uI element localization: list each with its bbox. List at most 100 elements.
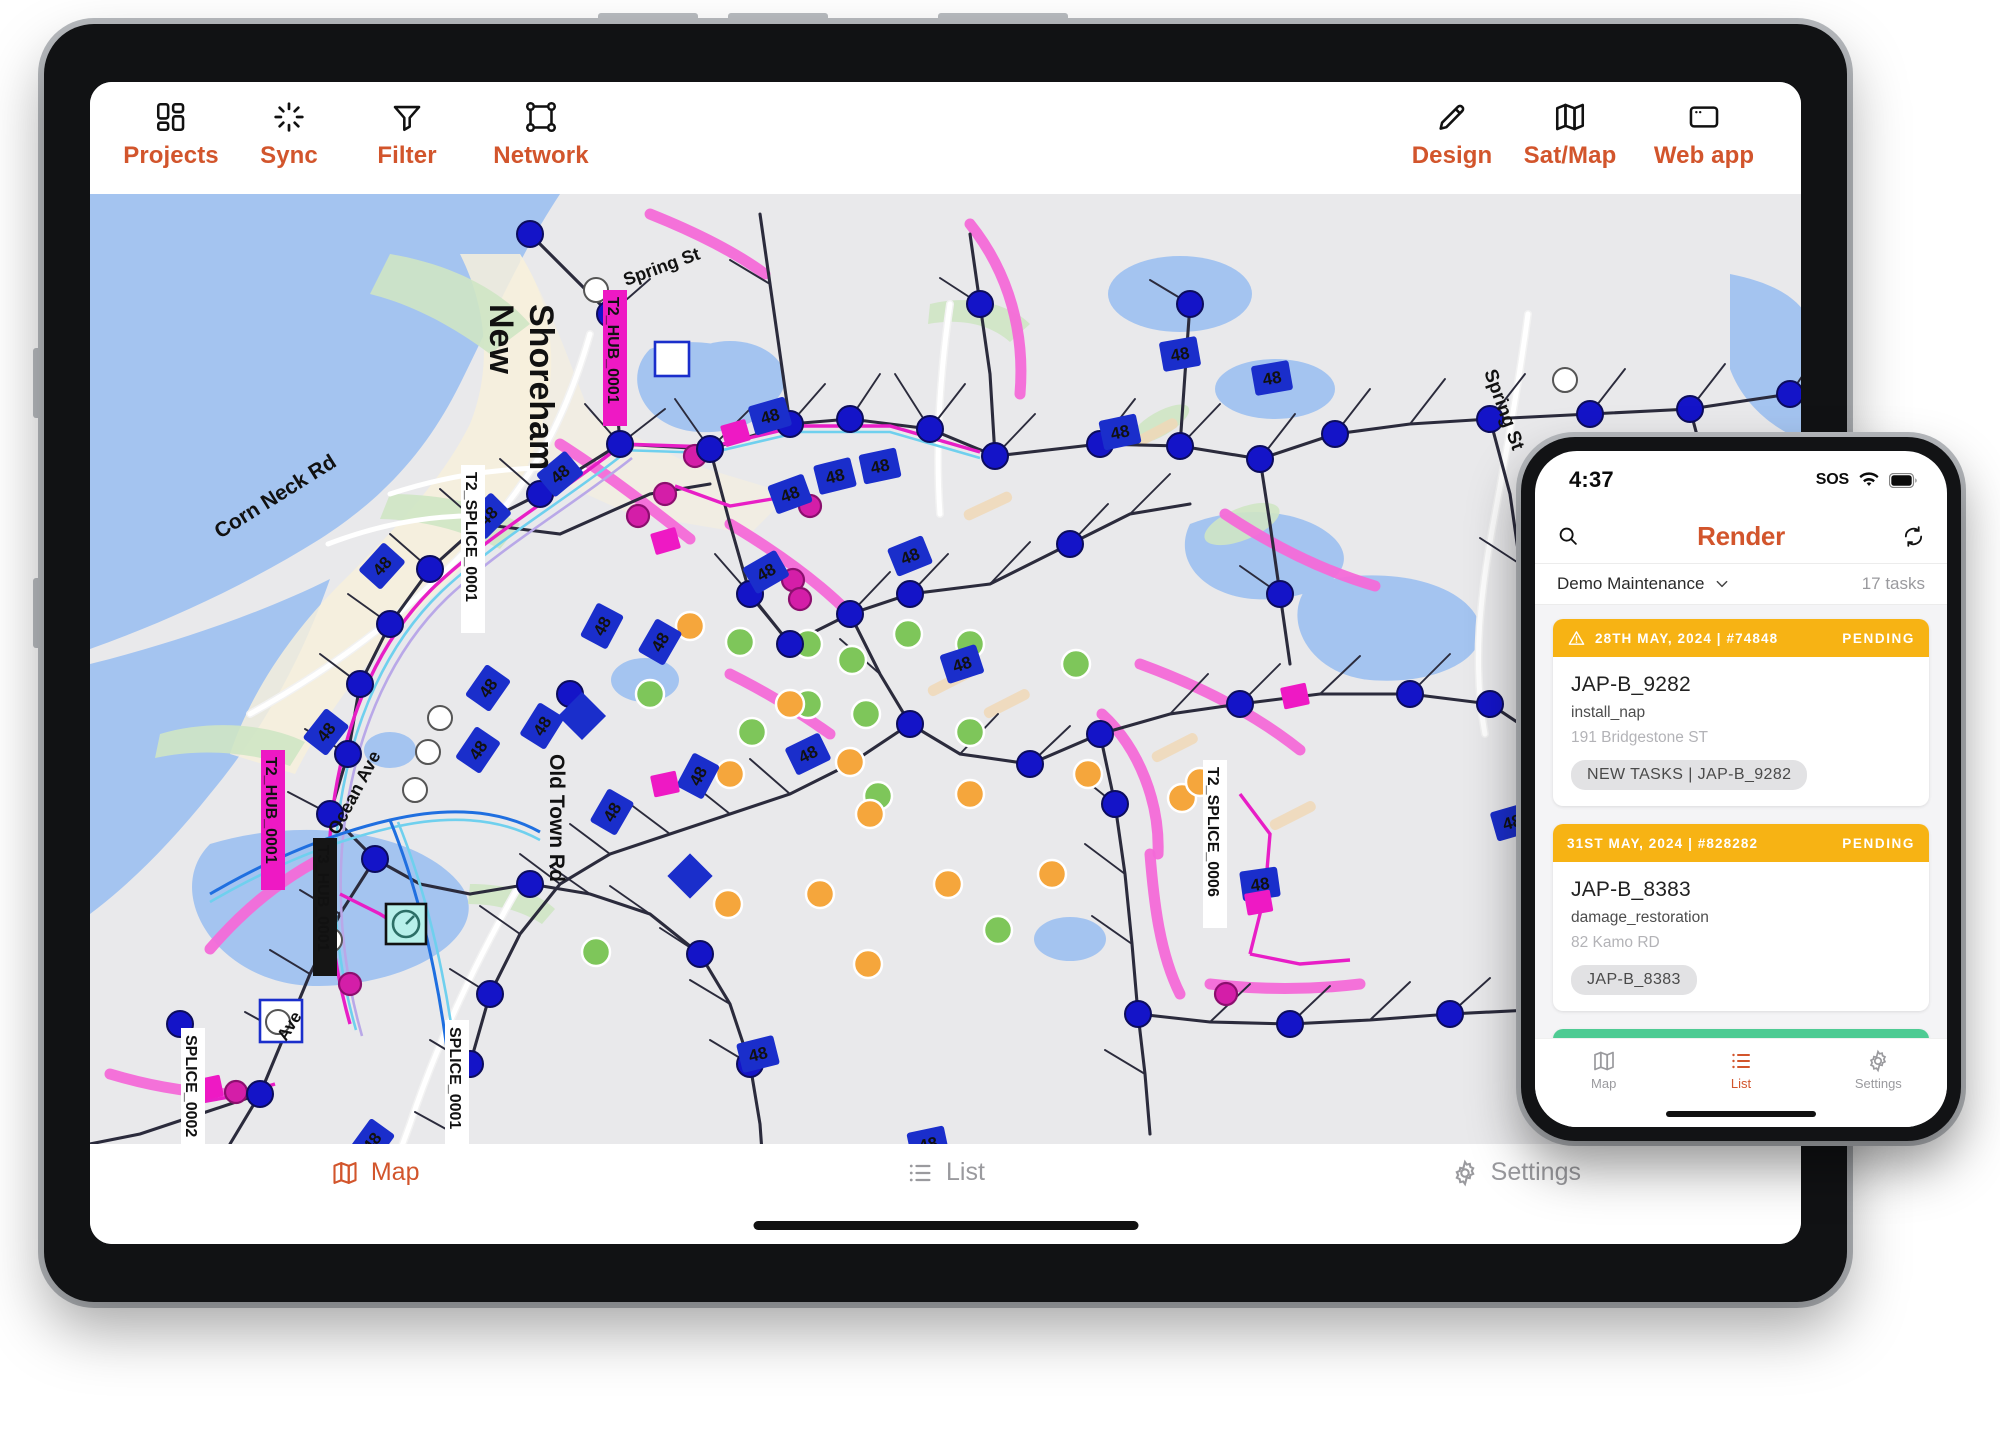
tablet-side-button-a[interactable] <box>33 348 41 418</box>
task-count: 17 tasks <box>1861 574 1925 593</box>
phone-tab-label-list: List <box>1730 1076 1752 1091</box>
phone-tab-list[interactable]: List <box>1672 1049 1809 1091</box>
phone-tab-settings[interactable]: Settings <box>1810 1049 1947 1091</box>
svg-text:T2_SPLICE_0006: T2_SPLICE_0006 <box>1204 767 1221 897</box>
phone-status-bar: 4:37 SOS <box>1535 451 1947 509</box>
toolbar-button-sat-map[interactable]: Sat/Map <box>1511 96 1629 170</box>
tablet-volume-button-up[interactable] <box>598 13 698 21</box>
svg-text:T2_HUB_0001: T2_HUB_0001 <box>262 757 279 864</box>
gear-icon <box>1870 1049 1887 1073</box>
phone-device: 4:37 SOS Render Demo Maintenance 17 task… <box>1516 432 1966 1146</box>
svg-text:SPLICE_0001: SPLICE_0001 <box>446 1027 463 1129</box>
task-card-header: 31ST MAY, 2024 | #828282 PENDING <box>1553 824 1929 862</box>
toolbar-label-projects: Projects <box>123 142 219 169</box>
toolbar-button-design[interactable]: Design <box>1393 96 1511 170</box>
tab-label-settings: Settings <box>1490 1158 1581 1186</box>
tablet-toolbar-right-group: Design Sat/Map Web app <box>1393 82 1801 170</box>
svg-text:48: 48 <box>1261 367 1283 389</box>
task-address: 191 Bridgestone ST <box>1571 729 1709 746</box>
tablet-power-button[interactable] <box>938 13 1068 21</box>
tablet-bottom-nav: Map List Settings <box>90 1144 1801 1244</box>
toolbar-label-design: Design <box>1411 142 1493 169</box>
task-type: damage_restoration <box>1571 909 1709 926</box>
task-tag[interactable]: NEW TASKS | JAP-B_9282 <box>1571 760 1808 790</box>
task-card-header: 6TH JUNE, 2024 | #828333 RELEASED <box>1553 1029 1929 1038</box>
map-place-label: Shoreham <box>522 304 560 470</box>
grid-icon <box>154 96 188 138</box>
toolbar-button-filter[interactable]: Filter <box>348 96 466 170</box>
map-fold-icon <box>1553 96 1587 138</box>
chevron-down-icon[interactable] <box>1714 576 1730 592</box>
task-type: install_nap <box>1571 704 1646 721</box>
tablet-toolbar-left-group: Projects Sync Filter Network <box>90 82 616 170</box>
tab-label-map: Map <box>370 1158 420 1186</box>
phone-app-header: Render <box>1535 509 1947 564</box>
phone-frame: 4:37 SOS Render Demo Maintenance 17 task… <box>1521 437 1961 1141</box>
sos-indicator: SOS <box>1815 471 1849 488</box>
task-card[interactable]: 31ST MAY, 2024 | #828282 PENDING JAP-B_8… <box>1553 824 1929 1011</box>
task-card-header: 28TH MAY, 2024 | #74848 PENDING <box>1553 619 1929 657</box>
toolbar-button-sync[interactable]: Sync <box>230 96 348 170</box>
status-time: 4:37 <box>1569 467 1614 492</box>
home-indicator[interactable] <box>753 1221 1138 1230</box>
tab-map[interactable]: Map <box>90 1158 660 1187</box>
browser-window-icon <box>1687 96 1721 138</box>
task-date-ref: 31ST MAY, 2024 | #828282 <box>1567 835 1759 851</box>
tab-list[interactable]: List <box>660 1158 1230 1187</box>
search-icon[interactable] <box>1557 525 1579 547</box>
task-status-badge: PENDING <box>1842 835 1915 851</box>
toolbar-button-projects[interactable]: Projects <box>112 96 230 170</box>
tab-settings[interactable]: Settings <box>1231 1158 1801 1187</box>
status-indicators: SOS <box>1816 471 1917 489</box>
map-street-label: Old Town Rd <box>545 754 568 882</box>
refresh-icon[interactable] <box>1902 525 1925 548</box>
svg-text:48: 48 <box>1109 421 1131 444</box>
phone-project-bar[interactable]: Demo Maintenance 17 tasks <box>1535 564 1947 605</box>
funnel-icon <box>390 96 424 138</box>
battery-icon <box>1889 472 1917 488</box>
task-card-body: JAP-B_9282 install_nap 191 Bridgestone S… <box>1553 657 1929 806</box>
toolbar-label-filter: Filter <box>377 142 437 169</box>
task-card[interactable]: 28TH MAY, 2024 | #74848 PENDING JAP-B_92… <box>1553 619 1929 806</box>
tablet-volume-button-down[interactable] <box>728 13 828 21</box>
phone-tab-label-settings: Settings <box>1854 1076 1902 1091</box>
map-fold-icon <box>1593 1051 1614 1071</box>
phone-screen: 4:37 SOS Render Demo Maintenance 17 task… <box>1535 451 1947 1127</box>
network-nodes-icon <box>524 96 558 138</box>
task-card-body: JAP-B_8383 damage_restoration 82 Kamo RD… <box>1553 862 1929 1011</box>
svg-text:48: 48 <box>869 455 891 478</box>
svg-text:T2_HUB_0001: T2_HUB_0001 <box>604 297 621 404</box>
warning-triangle-icon <box>1568 630 1585 645</box>
toolbar-label-sat-map: Sat/Map <box>1523 142 1617 169</box>
task-ref: JAP-B_9282 <box>1571 673 1691 696</box>
list-icon <box>1732 1053 1750 1069</box>
sync-spinner-icon <box>272 96 306 138</box>
task-date-ref: 28TH MAY, 2024 | #74848 <box>1595 630 1779 646</box>
toolbar-label-sync: Sync <box>260 142 318 169</box>
phone-home-indicator[interactable] <box>1666 1111 1816 1117</box>
toolbar-label-web-app: Web app <box>1653 142 1755 169</box>
svg-text:48: 48 <box>1169 343 1191 365</box>
task-tag[interactable]: JAP-B_8383 <box>1571 965 1697 995</box>
task-list[interactable]: 28TH MAY, 2024 | #74848 PENDING JAP-B_92… <box>1535 605 1947 1038</box>
list-icon <box>909 1164 931 1181</box>
task-address: 82 Kamo RD <box>1571 934 1660 951</box>
toolbar-button-web-app[interactable]: Web app <box>1629 96 1779 170</box>
svg-text:T3_HUB_0001: T3_HUB_0001 <box>314 845 331 952</box>
phone-bottom-nav: Map List Settings <box>1535 1038 1947 1127</box>
task-ref: JAP-B_8383 <box>1571 878 1691 901</box>
task-card[interactable]: 6TH JUNE, 2024 | #828333 RELEASED COR-A_… <box>1553 1029 1929 1038</box>
tablet-side-button-b[interactable] <box>33 578 41 648</box>
svg-text:T2_SPLICE_0001: T2_SPLICE_0001 <box>462 472 479 602</box>
tab-label-list: List <box>946 1158 985 1186</box>
task-status-badge: PENDING <box>1842 630 1915 646</box>
tablet-toolbar: Projects Sync Filter Network Design Sat/… <box>90 82 1801 194</box>
phone-tab-label-map: Map <box>1591 1076 1617 1091</box>
svg-text:SPLICE_0002: SPLICE_0002 <box>182 1035 199 1137</box>
pencil-icon <box>1435 96 1469 138</box>
phone-tab-map[interactable]: Map <box>1535 1049 1672 1091</box>
toolbar-button-network[interactable]: Network <box>466 96 616 170</box>
map-place-label: New <box>482 304 520 374</box>
app-logo: Render <box>1697 520 1785 551</box>
wifi-icon <box>1859 471 1879 486</box>
